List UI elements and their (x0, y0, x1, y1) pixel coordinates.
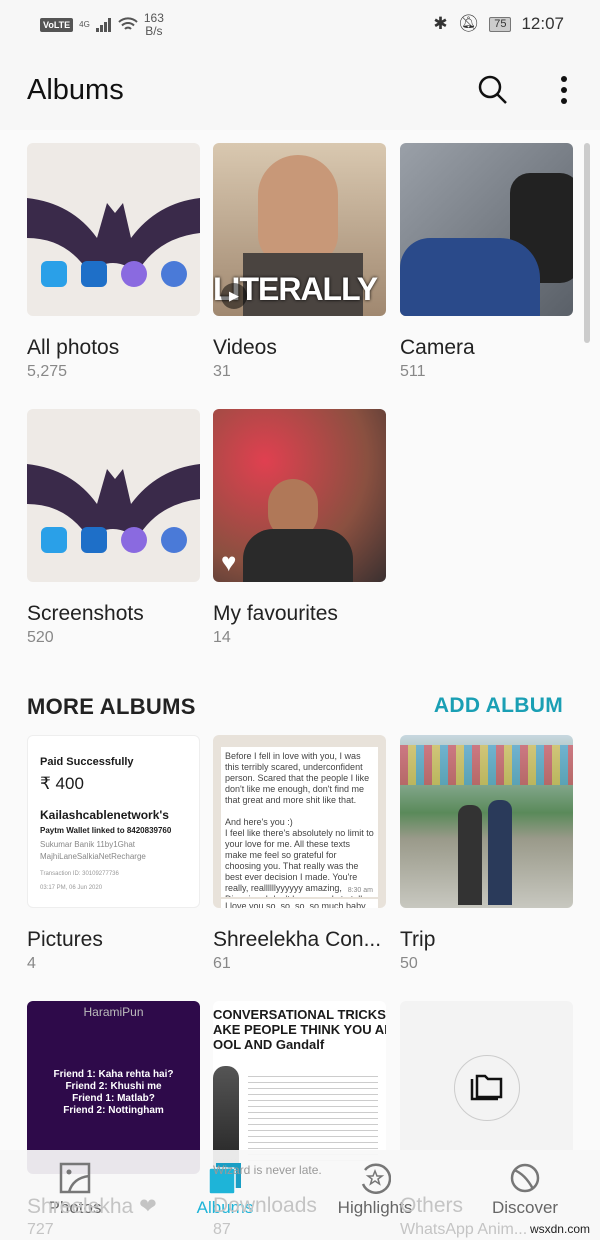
album-camera[interactable]: Camera 511 (400, 143, 573, 380)
album-thumbnail (27, 409, 200, 582)
album-thumbnail (400, 735, 573, 908)
album-thumbnail: ♥ (213, 409, 386, 582)
album-thumbnail: HaramiPun Friend 1: Kaha rehta hai? Frien… (27, 1001, 200, 1174)
album-name: Shreelekha ❤ (27, 1195, 157, 1218)
downloads-thumb-caption: Wizard is never late. (213, 1163, 322, 1177)
album-name: Trip (400, 928, 436, 951)
folder-icon (470, 1074, 503, 1101)
album-count: 61 (213, 955, 231, 972)
album-count: 87 (213, 1221, 231, 1238)
album-others[interactable]: Others WhatsApp Anim... (400, 1001, 573, 1238)
album-screenshots[interactable]: Screenshots 520 (27, 409, 200, 646)
volte-icon: VoLTE (40, 18, 74, 32)
album-count: 50 (400, 955, 418, 972)
album-name: Videos (213, 336, 277, 359)
search-button[interactable] (475, 72, 511, 108)
album-shreelekha[interactable]: HaramiPun Friend 1: Kaha rehta hai? Frien… (27, 1001, 200, 1238)
play-icon: ▶ (221, 283, 247, 309)
status-bar: VoLTE 4G 163 B/s ✱ 🔕︎ 75 12:07 (0, 0, 600, 50)
album-my-favourites[interactable]: ♥ My favourites 14 (213, 409, 386, 646)
watermark: wsxdn.com (529, 1222, 590, 1236)
album-thumbnail: LITERALLY ▶ (213, 143, 386, 316)
clock: 12:07 (521, 14, 564, 33)
album-count: 4 (27, 955, 36, 972)
album-shreelekha-con[interactable]: Before I fell in love with you, I was th… (213, 735, 386, 972)
add-album-button[interactable]: ADD ALBUM (434, 694, 563, 718)
bat-wallpaper-image (27, 198, 200, 287)
battery-icon: 75 (489, 16, 512, 32)
album-name: Camera (400, 336, 475, 359)
album-thumbnail (400, 1001, 573, 1174)
album-name: All photos (27, 336, 120, 359)
highlights-icon (361, 1163, 391, 1194)
album-count: 520 (27, 629, 54, 646)
album-name: Shreelekha Con... (213, 928, 382, 951)
album-name: Others (400, 1194, 464, 1217)
album-videos[interactable]: LITERALLY ▶ Videos 31 (213, 143, 386, 380)
section-title: MORE ALBUMS (27, 694, 196, 719)
album-thumbnail: Paid Successfully ₹ 400 Kailashcablenetw… (27, 735, 200, 908)
album-name: Pictures (27, 928, 103, 951)
album-count: 727 (27, 1221, 54, 1238)
album-all-photos[interactable]: All photos 5,275 (27, 143, 200, 380)
scrollbar[interactable] (584, 143, 590, 343)
album-thumbnail: Before I fell in love with you, I was th… (213, 735, 386, 908)
album-name: Screenshots (27, 602, 144, 625)
heart-icon: ♥ (221, 547, 237, 577)
network-type: 4G (79, 20, 90, 29)
more-vert-icon (561, 76, 567, 104)
album-downloads[interactable]: CONVERSATIONAL TRICKS TOAKE PEOPLE THINK… (213, 1001, 386, 1238)
album-trip[interactable]: Trip 50 (400, 735, 573, 972)
bell-off-icon: 🔕︎ (457, 14, 480, 33)
album-thumbnail (27, 143, 200, 316)
more-options-button[interactable] (546, 72, 582, 108)
page-title: Albums (27, 74, 124, 106)
album-count: 511 (400, 363, 426, 380)
message-time: 8:30 am (345, 886, 375, 895)
album-thumbnail: CONVERSATIONAL TRICKS TOAKE PEOPLE THINK… (213, 1001, 386, 1174)
bat-wallpaper-image (27, 464, 200, 553)
image-icon (59, 1162, 91, 1194)
album-name: My favourites (213, 602, 338, 625)
signal-icon (95, 18, 111, 32)
album-count: WhatsApp Anim... (400, 1221, 528, 1238)
search-icon (478, 75, 507, 104)
album-count: 14 (213, 629, 231, 646)
album-name: Downloads (213, 1194, 317, 1217)
album-thumbnail (400, 143, 573, 316)
album-count: 31 (213, 363, 231, 380)
discover-icon (510, 1163, 540, 1193)
bluetooth-icon: ✱ (433, 14, 448, 33)
album-pictures[interactable]: Paid Successfully ₹ 400 Kailashcablenetw… (27, 735, 200, 972)
wifi-icon (118, 17, 138, 30)
album-count: 5,275 (27, 363, 68, 380)
app-bar: Albums (0, 50, 600, 130)
network-speed: 163 B/s (143, 11, 164, 38)
